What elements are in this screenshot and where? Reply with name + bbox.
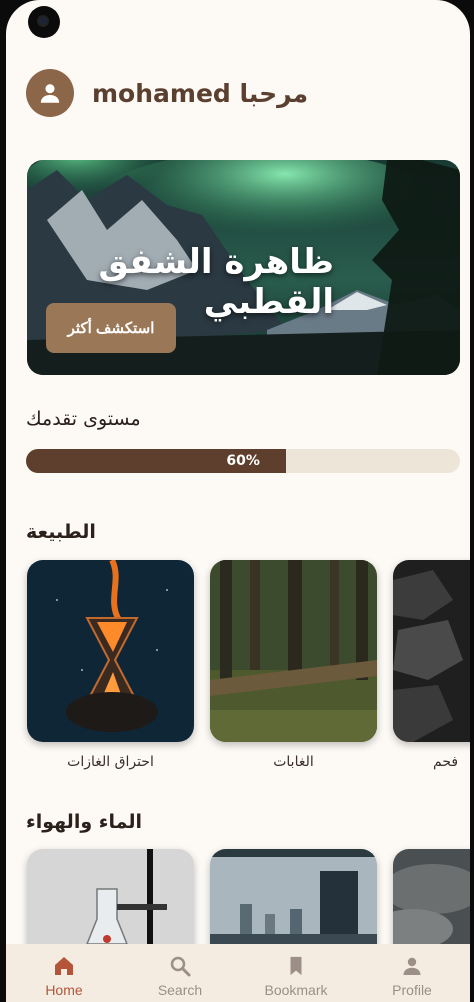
hero-banner[interactable]: ظاهرة الشفق القطبي استكشف أكثر (27, 160, 460, 375)
bookmark-icon (290, 956, 302, 976)
progress-bar: 60% (26, 449, 460, 473)
nav-label: Profile (392, 982, 432, 998)
avatar[interactable] (26, 69, 74, 117)
card-image (393, 560, 470, 742)
progress-value: 60% (226, 453, 260, 469)
camera-cutout (28, 6, 60, 38)
nav-label: Home (45, 982, 83, 998)
app-screen: مرحبا mohamed ظاهرة الشفق القطبي استكشف … (6, 0, 470, 1002)
explore-more-button[interactable]: استكشف أكثر (46, 303, 176, 353)
card-image (27, 560, 194, 742)
nav-label: Search (157, 982, 203, 998)
nav-search[interactable]: Search (135, 944, 225, 1002)
nav-home[interactable]: Home (19, 944, 109, 1002)
nav-profile[interactable]: Profile (367, 944, 457, 1002)
nav-label: Bookmark (264, 982, 328, 998)
home-icon (55, 957, 73, 975)
card-coal[interactable] (393, 560, 470, 742)
section-title-water-air: الماء والهواء (26, 811, 142, 833)
greeting-text: مرحبا mohamed (92, 78, 309, 108)
card-gas-combustion[interactable] (27, 560, 194, 742)
card-label: فحم (433, 754, 459, 770)
card-image (210, 560, 377, 742)
nav-bookmark[interactable]: Bookmark (251, 944, 341, 1002)
progress-label: مستوى تقدمك (26, 408, 141, 430)
search-icon (170, 956, 191, 977)
bottom-navigation: Home Search Bookmark Profile (6, 944, 470, 1002)
person-icon (40, 84, 60, 103)
section-title-nature: الطبيعة (26, 521, 96, 543)
header: مرحبا mohamed (26, 69, 308, 117)
card-label: الغابات (273, 754, 314, 770)
card-forests[interactable] (210, 560, 377, 742)
card-label: احتراق الغازات (67, 754, 154, 770)
person-icon (403, 957, 421, 975)
